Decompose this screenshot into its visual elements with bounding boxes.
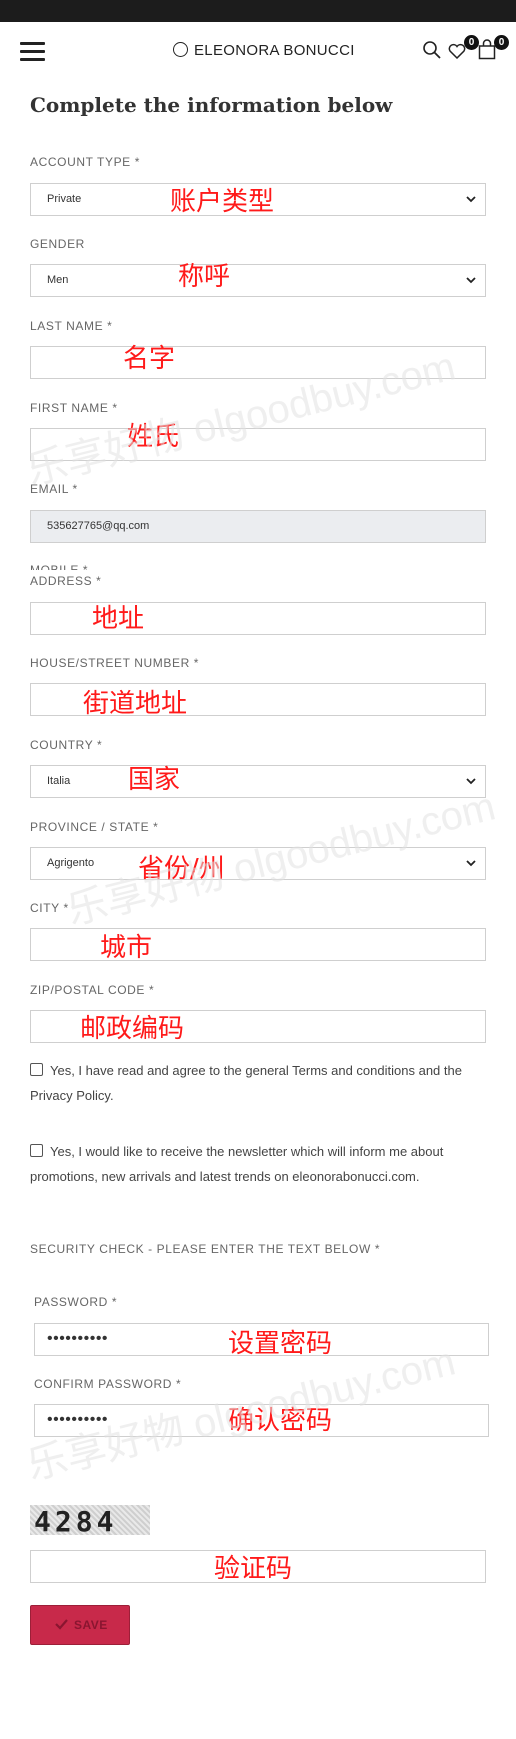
- email-label: EMAIL *: [30, 482, 78, 496]
- confirm-password-annotation: 确认密码: [228, 1406, 333, 1436]
- terms-checkbox[interactable]: [30, 1063, 43, 1076]
- search-icon[interactable]: [422, 40, 442, 60]
- last-name-input[interactable]: [30, 346, 486, 379]
- security-check-label: SECURITY CHECK - PLEASE ENTER THE TEXT B…: [30, 1242, 381, 1256]
- gender-value: Men: [47, 274, 69, 286]
- first-name-annotation: 姓氏: [127, 422, 180, 452]
- province-annotation: 省份/州: [138, 854, 225, 884]
- city-label: CITY *: [30, 901, 69, 915]
- terms-text: Yes, I have read and agree to the genera…: [30, 1063, 462, 1103]
- terms-consent: Yes, I have read and agree to the genera…: [30, 1058, 490, 1108]
- top-bar: [0, 0, 516, 22]
- check-icon: [55, 1619, 68, 1630]
- newsletter-text: Yes, I would like to receive the newslet…: [30, 1144, 444, 1184]
- house-number-annotation: 街道地址: [83, 689, 188, 719]
- password-value: ••••••••••: [47, 1330, 109, 1347]
- gender-annotation: 称呼: [178, 262, 231, 292]
- chevron-down-icon: [466, 778, 476, 785]
- province-value: Agrigento: [47, 857, 95, 869]
- save-button[interactable]: SAVE: [30, 1605, 130, 1645]
- address-annotation: 地址: [92, 604, 145, 634]
- province-label: PROVINCE / STATE *: [30, 820, 159, 834]
- city-input[interactable]: [30, 928, 486, 961]
- email-field[interactable]: 535627765@qq.com: [30, 510, 486, 543]
- captcha-text: 4284: [34, 1505, 118, 1538]
- menu-icon[interactable]: [20, 42, 45, 62]
- province-select[interactable]: Agrigento: [30, 847, 486, 880]
- wishlist-count-badge: 0: [464, 35, 479, 50]
- newsletter-consent: Yes, I would like to receive the newslet…: [30, 1139, 490, 1189]
- captcha-image: 4284: [30, 1505, 150, 1538]
- mobile-label: MOBILE *: [30, 563, 89, 570]
- password-annotation: 设置密码: [228, 1329, 333, 1359]
- first-name-label: FIRST NAME *: [30, 401, 118, 415]
- last-name-label: LAST NAME *: [30, 319, 113, 333]
- logo-mark: [173, 42, 188, 57]
- email-value: 535627765@qq.com: [47, 520, 150, 532]
- chevron-down-icon: [466, 277, 476, 284]
- gender-select[interactable]: Men: [30, 264, 486, 297]
- country-label: COUNTRY *: [30, 738, 103, 752]
- zip-annotation: 邮政编码: [80, 1014, 185, 1044]
- chevron-down-icon: [466, 196, 476, 203]
- heart-icon[interactable]: [448, 43, 466, 59]
- save-label: SAVE: [74, 1618, 108, 1632]
- site-header: ELEONORA BONUCCI 0 0: [0, 22, 516, 82]
- page-title: Complete the information below: [30, 93, 393, 117]
- country-annotation: 国家: [128, 765, 181, 795]
- captcha-annotation: 验证码: [214, 1554, 293, 1584]
- country-select[interactable]: Italia: [30, 765, 486, 798]
- gender-label: GENDER: [30, 237, 85, 251]
- city-annotation: 城市: [100, 933, 153, 963]
- newsletter-checkbox[interactable]: [30, 1144, 43, 1157]
- zip-label: ZIP/POSTAL CODE *: [30, 983, 155, 997]
- account-type-value: Private: [47, 193, 82, 205]
- country-value: Italia: [47, 775, 71, 787]
- confirm-password-value: ••••••••••: [47, 1411, 109, 1428]
- house-number-label: HOUSE/STREET NUMBER *: [30, 656, 200, 670]
- first-name-input[interactable]: [30, 428, 486, 461]
- logo[interactable]: ELEONORA BONUCCI: [194, 42, 355, 59]
- password-label: PASSWORD *: [34, 1295, 118, 1309]
- account-type-annotation: 账户类型: [170, 187, 275, 217]
- address-label: ADDRESS *: [30, 574, 102, 588]
- chevron-down-icon: [466, 860, 476, 867]
- confirm-password-label: CONFIRM PASSWORD *: [34, 1377, 182, 1391]
- cart-count-badge: 0: [494, 35, 509, 50]
- last-name-annotation: 名字: [123, 344, 176, 374]
- account-type-label: ACCOUNT TYPE *: [30, 155, 140, 169]
